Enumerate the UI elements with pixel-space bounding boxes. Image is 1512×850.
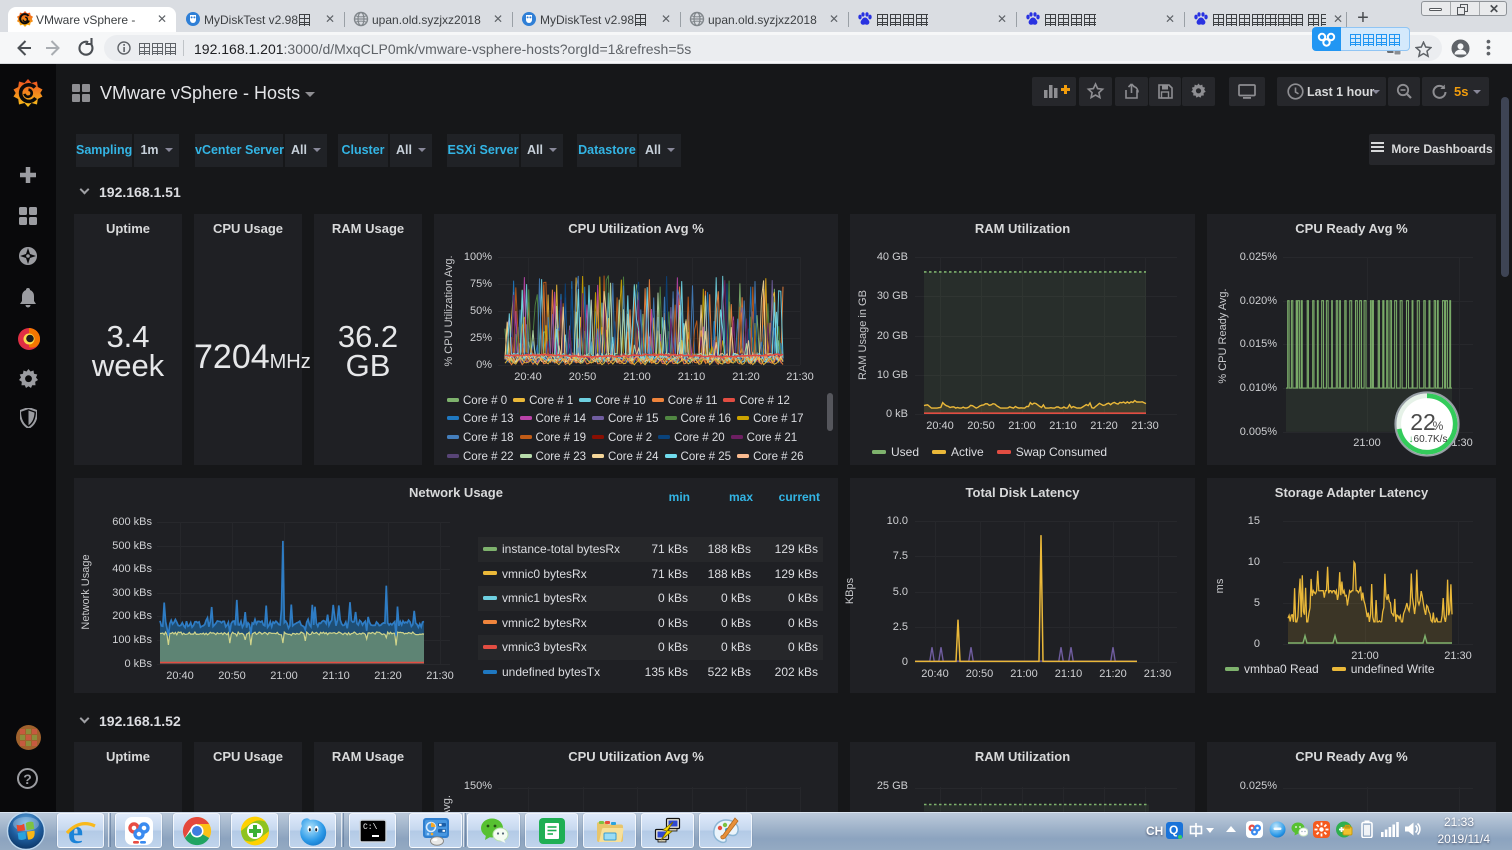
svg-text:↓60.7K/s: ↓60.7K/s bbox=[1409, 434, 1448, 445]
svg-text:%: % bbox=[1433, 419, 1444, 433]
svg-text:C:\: C:\ bbox=[363, 823, 378, 832]
